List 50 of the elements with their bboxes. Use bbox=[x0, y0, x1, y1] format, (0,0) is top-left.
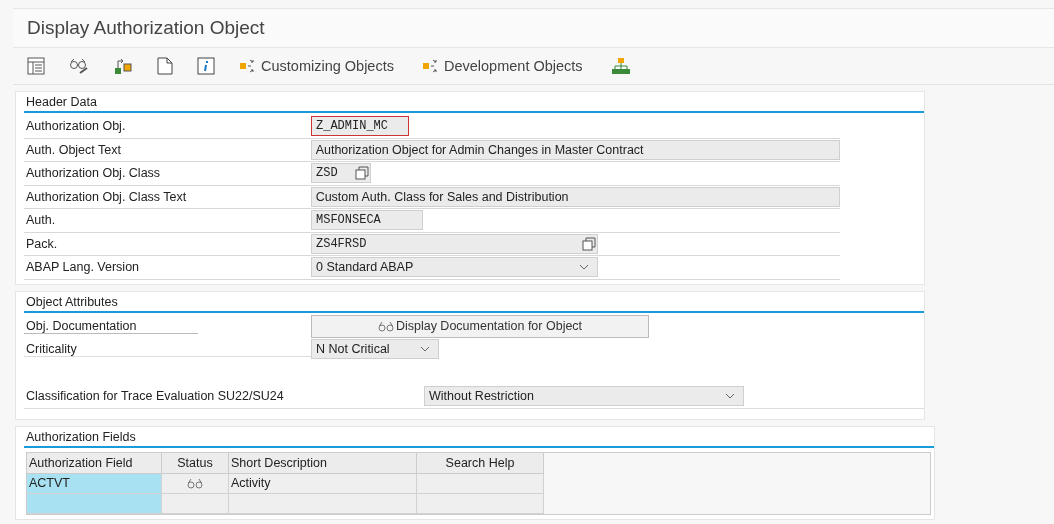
column-header: Authorization Field bbox=[27, 452, 162, 474]
input-field[interactable]: Z_ADMIN_MC bbox=[311, 116, 409, 137]
input-field[interactable]: ZSD bbox=[311, 163, 371, 184]
toolbar-button[interactable]: Customizing Objects bbox=[233, 53, 400, 79]
field-label: ABAP Lang. Version bbox=[25, 260, 141, 275]
table-cell: Activity bbox=[229, 473, 417, 494]
field-label: Pack. bbox=[25, 236, 59, 251]
dropdown[interactable]: 0 Standard ABAP bbox=[311, 257, 598, 278]
field-label: Auth. bbox=[25, 213, 57, 228]
caret-icon bbox=[420, 346, 430, 352]
field-label: Classification for Trace Evaluation SU22/SU24 bbox=[25, 389, 285, 403]
caret-icon bbox=[725, 393, 735, 399]
field-value: ZSD bbox=[316, 165, 338, 183]
panel-title: Header Data bbox=[24, 92, 924, 113]
branch-icon bbox=[239, 57, 257, 75]
input-field[interactable]: MSFONSECA bbox=[311, 210, 423, 231]
truck-icon bbox=[113, 57, 133, 75]
input-field[interactable]: Custom Auth. Class for Sales and Distribution bbox=[310, 186, 840, 207]
column-header: Status bbox=[162, 452, 229, 474]
info-icon bbox=[197, 57, 215, 75]
field-value: 0 Standard ABAP bbox=[316, 259, 414, 277]
panel-title: Object Attributes bbox=[24, 291, 924, 313]
glasses-icon bbox=[69, 57, 89, 75]
glasses-icon bbox=[377, 320, 394, 332]
toolbar-button[interactable]: Development Objects bbox=[415, 53, 589, 79]
documentation-button[interactable]: Display Documentation for Object bbox=[311, 314, 649, 338]
field-label: Authorization Obj. Class bbox=[25, 166, 162, 181]
dropdown[interactable]: N Not Critical bbox=[311, 339, 439, 359]
table-cell[interactable]: ACTVT bbox=[27, 473, 162, 494]
branch-icon bbox=[421, 57, 440, 75]
field-value: Without Restriction bbox=[429, 388, 534, 405]
value-help-icon[interactable] bbox=[355, 166, 369, 181]
field-label: Criticality bbox=[24, 341, 311, 357]
field-value: ZS4FRSD bbox=[316, 235, 367, 253]
field-label: Authorization Obj. bbox=[25, 119, 127, 134]
field-label: Authorization Obj. Class Text bbox=[25, 189, 188, 204]
dropdown[interactable]: Without Restriction bbox=[424, 386, 744, 406]
caret-icon bbox=[579, 264, 589, 271]
column-header: Short Description bbox=[229, 452, 417, 474]
input-field[interactable]: Authorization Object for Admin Changes in Master Contract bbox=[310, 139, 840, 160]
field-label: Obj. Documentation bbox=[24, 318, 198, 334]
page-icon bbox=[157, 57, 173, 75]
input-field[interactable]: ZS4FRSD bbox=[311, 233, 598, 254]
value-help-icon[interactable] bbox=[582, 236, 596, 251]
field-value: N Not Critical bbox=[316, 341, 390, 358]
column-header: Search Help bbox=[417, 452, 544, 474]
field-label: Auth. Object Text bbox=[25, 142, 122, 157]
panel-title: Authorization Fields bbox=[24, 426, 934, 448]
list-icon bbox=[27, 57, 45, 75]
hierarchy-icon bbox=[610, 57, 631, 75]
